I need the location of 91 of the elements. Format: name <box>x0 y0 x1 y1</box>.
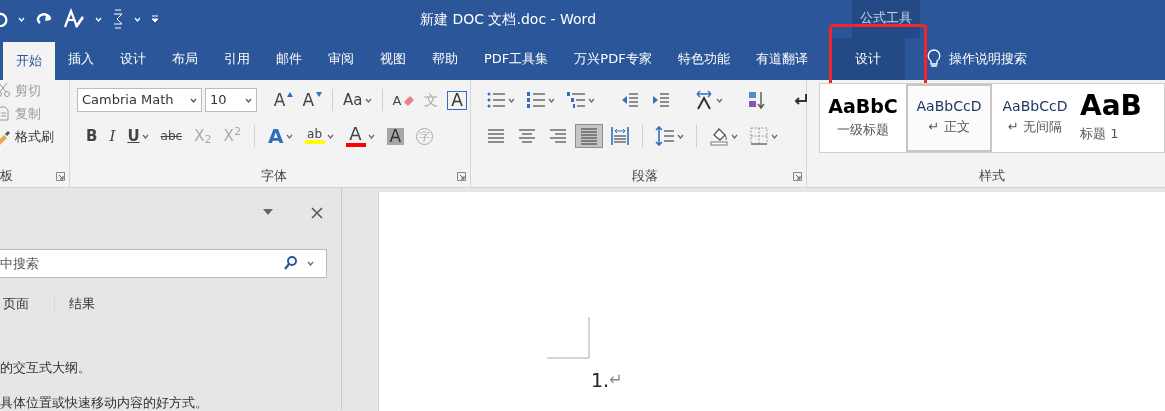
highlight-button[interactable]: ab <box>301 127 337 145</box>
caret-icon <box>95 16 102 22</box>
underline-button[interactable]: U <box>124 127 152 145</box>
font-color-button[interactable]: A <box>342 124 378 148</box>
caret-icon <box>588 97 595 103</box>
clear-formatting-button[interactable]: A <box>389 92 419 108</box>
ribbon-tab[interactable]: 有道翻译 <box>742 38 821 80</box>
group-label: 段落 <box>631 166 658 185</box>
grow-font-button[interactable]: A <box>270 90 297 110</box>
up-triangle-icon <box>287 91 294 97</box>
nav-tab[interactable]: 页面 <box>0 295 32 312</box>
redo-icon[interactable] <box>35 11 53 27</box>
ribbon-tab[interactable]: 引用 <box>211 38 263 80</box>
caret-icon <box>716 97 723 103</box>
corner-mark-icon <box>547 317 590 359</box>
caret-icon <box>285 133 293 139</box>
close-icon[interactable] <box>311 207 323 219</box>
ribbon-tab[interactable]: 插入 <box>55 38 107 80</box>
justify-button[interactable] <box>576 125 602 147</box>
group-label: 字体 <box>260 166 287 185</box>
caret-icon <box>548 97 555 103</box>
borders-icon <box>749 126 769 146</box>
search-field[interactable]: 中搜索 <box>0 249 327 278</box>
caret-icon <box>771 133 778 139</box>
align-left-icon <box>486 126 506 146</box>
eraser-icon <box>403 94 416 106</box>
caret-icon <box>245 97 253 103</box>
ribbon-tab[interactable]: 布局 <box>159 38 211 80</box>
group-label: 样式 <box>979 166 1005 185</box>
caret-icon <box>134 16 141 22</box>
triangle-arrows-icon <box>694 90 714 110</box>
down-triangle-icon <box>316 91 323 97</box>
dialog-launcher-icon[interactable] <box>56 172 65 181</box>
caret-icon <box>190 97 197 103</box>
character-border-button[interactable]: A <box>444 89 470 111</box>
change-case-button[interactable]: Aa <box>340 91 375 109</box>
text-effects-button[interactable]: A <box>265 125 296 147</box>
caret-icon <box>326 133 334 139</box>
pen-icon[interactable] <box>63 8 85 30</box>
ribbon-tab[interactable]: 视图 <box>367 38 419 80</box>
multilevel-list-icon <box>566 90 586 110</box>
caret-icon <box>508 97 515 103</box>
window-title: 新建 DOC 文档.doc - Word <box>420 10 596 29</box>
ribbon-tab[interactable]: PDF工具集 <box>471 38 562 80</box>
italic-button[interactable]: I <box>106 127 119 145</box>
ribbon-tab[interactable]: 特色功能 <box>664 38 743 80</box>
ribbon-tab[interactable]: 万兴PDF专家 <box>561 38 665 80</box>
clipboard-button[interactable]: 格式刷 <box>0 125 69 148</box>
paint-bucket-icon <box>709 126 729 146</box>
ribbon-tab[interactable]: 设计 <box>830 38 905 80</box>
bold-button[interactable]: B <box>83 127 101 145</box>
caret-icon <box>364 97 372 103</box>
ribbon-tab[interactable]: 开始 <box>3 42 55 80</box>
caret-icon <box>18 16 25 22</box>
search-icon[interactable] <box>283 255 299 271</box>
bullet-list-icon <box>486 90 506 110</box>
dialog-launcher-icon[interactable] <box>793 172 802 181</box>
customize-icon[interactable] <box>151 15 159 23</box>
ribbon-tab[interactable]: 邮件 <box>263 38 315 80</box>
shrink-font-button[interactable]: A <box>299 90 326 110</box>
justify-icon <box>579 126 599 146</box>
line-spacing-icon <box>655 126 675 146</box>
caret-icon <box>367 133 375 139</box>
strikethrough-button[interactable]: abc <box>157 129 186 143</box>
lightbulb-icon <box>926 49 941 69</box>
increase-indent-icon <box>650 90 670 110</box>
list-number: 1. <box>591 368 610 393</box>
align-right-icon <box>548 126 568 146</box>
align-center-icon <box>517 126 537 146</box>
caret-icon <box>307 261 314 266</box>
ribbon-tab[interactable]: 帮助 <box>419 38 471 80</box>
sigma-icon[interactable] <box>112 8 124 30</box>
ribbon-tab[interactable]: 设计 <box>107 38 159 80</box>
numbered-list-icon <box>526 90 546 110</box>
caret-icon <box>141 133 149 139</box>
nav-tab[interactable]: 结果 <box>54 295 98 312</box>
paragraph-mark: ↵ <box>609 369 623 392</box>
caret-icon <box>731 133 738 139</box>
sort-icon <box>747 90 767 110</box>
help-text: 具体位置或快速移动内容的好方式。 <box>0 394 208 411</box>
style-gallery-item[interactable]: AaBbCcD ↵ 正文 <box>906 84 992 152</box>
help-text: 的交互式大纲。 <box>0 359 91 377</box>
distributed-icon <box>610 126 630 146</box>
font-name-dropdown[interactable]: Cambria Math <box>77 88 202 112</box>
font-size-dropdown[interactable]: 10 <box>205 88 258 112</box>
group-label: 板 <box>0 166 13 185</box>
dialog-launcher-icon[interactable] <box>457 172 466 181</box>
caret-icon <box>677 133 684 139</box>
dropdown-triangle-icon[interactable] <box>263 209 273 215</box>
tell-me-search[interactable]: 操作说明搜索 <box>948 49 1027 69</box>
ribbon-tab[interactable]: 审阅 <box>315 38 367 80</box>
